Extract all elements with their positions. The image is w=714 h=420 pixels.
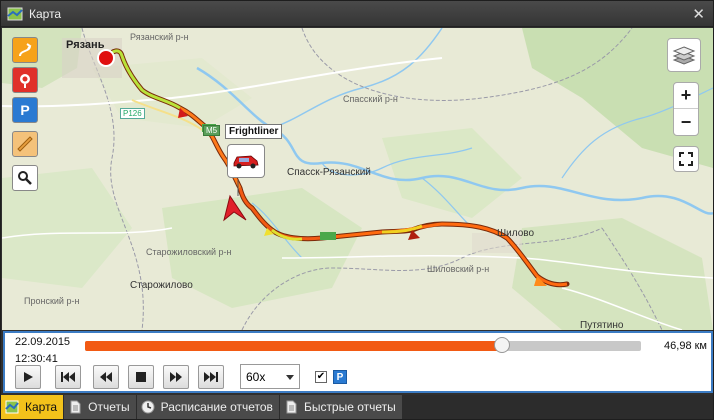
vehicle-label: Frightliner: [225, 124, 283, 139]
fast-forward-button[interactable]: [163, 365, 189, 389]
map-icon: [5, 400, 19, 414]
search-tool-button[interactable]: [12, 165, 38, 191]
tab-label: Быстрые отчеты: [303, 400, 396, 414]
distance-readout: 46,98 км: [664, 340, 707, 352]
playback-date: 22.09.2015: [15, 336, 71, 348]
car-icon: [233, 155, 259, 169]
route-tool-button[interactable]: [12, 37, 38, 63]
tab-label: Карта: [25, 400, 58, 414]
label-starozhilovsky-area: Старожиловский р-н: [146, 247, 232, 257]
timeline-slider[interactable]: [85, 337, 641, 353]
pin-icon: [20, 74, 30, 88]
stop-button[interactable]: [128, 365, 154, 389]
label-spassk: Спасск-Рязанский: [287, 167, 371, 178]
tab-reports[interactable]: Отчеты: [64, 395, 136, 419]
tab-report-schedule[interactable]: Расписание отчетов: [136, 395, 279, 419]
label-shilovo: Шилово: [497, 228, 535, 239]
map-tools: P: [12, 37, 40, 195]
poi-tool-button[interactable]: [12, 67, 38, 93]
tab-label: Отчеты: [88, 400, 130, 414]
fullscreen-icon: [679, 152, 693, 166]
chevron-down-icon: [286, 375, 294, 380]
document-icon: [70, 400, 81, 414]
document-icon: [286, 400, 297, 414]
play-button[interactable]: [15, 365, 41, 389]
rewind-icon: [100, 372, 112, 382]
playback-time: 12:30:41: [15, 353, 58, 365]
track-player: 22.09.2015 12:30:41 46,98 км 60x ✔ P: [3, 331, 713, 393]
label-ryazan-area: Рязанский р-н: [130, 32, 189, 42]
road-label-m5: М5: [203, 125, 221, 136]
vehicle-marker[interactable]: [227, 144, 265, 178]
zoom-in-button[interactable]: +: [674, 83, 698, 109]
clock-icon: [141, 400, 155, 414]
ruler-tool-button[interactable]: [12, 131, 38, 157]
title-bar: Карта ✕: [1, 1, 713, 27]
map-view[interactable]: Рязань Рязанский р-н Спасский р-н Спасск…: [2, 28, 713, 330]
label-shilovsky-area: Шиловский р-н: [427, 264, 490, 274]
fullscreen-button[interactable]: [673, 146, 699, 172]
playback-speed-select[interactable]: 60x: [240, 364, 300, 389]
map-window: Карта ✕ Рязань Рязанский р-н Спасский р-…: [0, 0, 714, 420]
rewind-button[interactable]: [93, 365, 119, 389]
close-icon[interactable]: ✕: [692, 5, 705, 23]
window-title: Карта: [29, 6, 62, 21]
route-icon: [19, 43, 32, 57]
parking-icon: P: [20, 102, 30, 118]
label-spassky-area: Спасский р-н: [343, 94, 398, 104]
label-pronsky-area: Пронский р-н: [24, 296, 80, 306]
search-icon: [18, 171, 32, 185]
timeline-thumb[interactable]: [494, 337, 510, 353]
layers-button[interactable]: [667, 38, 701, 72]
map-base: [2, 28, 713, 330]
tab-map[interactable]: Карта: [1, 395, 64, 419]
skip-to-start-button[interactable]: [55, 365, 81, 389]
map-icon: [7, 7, 23, 20]
tab-quick-reports[interactable]: Быстрые отчеты: [279, 395, 402, 419]
label-starozhilovo: Старожилово: [130, 280, 193, 291]
skip-to-end-button[interactable]: [198, 365, 224, 389]
parking-tool-button[interactable]: P: [12, 97, 38, 123]
stop-icon: [136, 372, 146, 382]
tab-label: Расписание отчетов: [160, 400, 273, 414]
ruler-icon: [17, 136, 33, 152]
zoom-control: + −: [673, 82, 699, 136]
zoom-out-button[interactable]: −: [674, 109, 698, 135]
parking-badge: P: [333, 370, 347, 384]
skip-back-icon: [61, 372, 75, 382]
layers-icon: [672, 46, 696, 65]
bottom-tabs: Карта Отчеты Расписание отчетов Быстрые …: [1, 395, 713, 419]
fast-forward-icon: [170, 372, 182, 382]
skip-forward-icon: [204, 372, 218, 382]
playback-speed-value: 60x: [246, 369, 266, 384]
play-icon: [24, 372, 33, 382]
label-ryazan: Рязань: [66, 39, 105, 51]
show-parking-checkbox[interactable]: ✔: [315, 371, 327, 383]
road-label-p126: Р126: [120, 108, 145, 119]
label-putyatino: Путятино: [580, 320, 624, 330]
timeline-progress: [85, 341, 502, 351]
